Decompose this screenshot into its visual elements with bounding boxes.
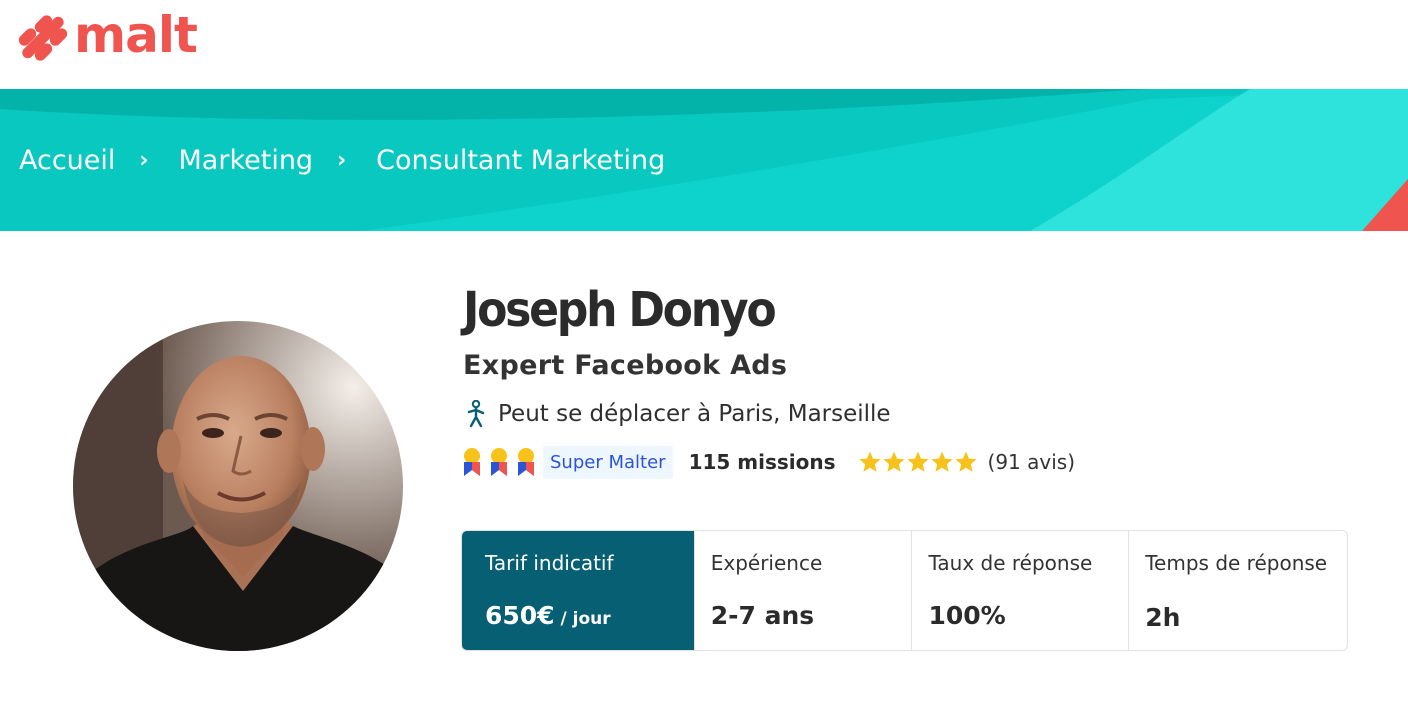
breadcrumb-consultant-marketing[interactable]: Consultant Marketing — [376, 145, 665, 176]
location-text: Peut se déplacer à Paris, Marseille — [498, 401, 891, 427]
medal-icon — [491, 448, 507, 476]
star-icon — [954, 451, 977, 472]
star-icon — [858, 451, 881, 472]
breadcrumb-accueil[interactable]: Accueil — [19, 145, 115, 176]
stat-label: Temps de réponse — [1145, 551, 1328, 575]
walking-person-icon — [467, 400, 485, 428]
star-icon — [906, 451, 929, 472]
freelancer-headline: Expert Facebook Ads — [463, 350, 788, 381]
stat-response-time: Temps de réponse 2h — [1128, 531, 1347, 650]
rate-unit: / jour — [554, 609, 611, 629]
stat-label: Expérience — [710, 551, 823, 575]
breadcrumb-banner: Accueil › Marketing › Consultant Marketi… — [0, 89, 1408, 231]
badges-row: Super Malter 115 missions (91 avis) — [462, 444, 1075, 480]
breadcrumb-separator: › — [139, 147, 149, 173]
rate-value: 650€ — [485, 601, 555, 630]
stat-experience: Expérience 2-7 ans — [693, 531, 912, 650]
stat-value: 650€ / jour — [485, 601, 611, 630]
missions-count: 115 missions — [688, 450, 836, 474]
stats-card: Tarif indicatif 650€ / jour Expérience 2… — [461, 530, 1348, 651]
reviews-count[interactable]: (91 avis) — [988, 450, 1075, 474]
stat-value: 2-7 ans — [710, 601, 815, 630]
breadcrumb-separator: › — [337, 147, 347, 173]
medal-icon — [518, 448, 534, 476]
malt-logo[interactable]: malt — [18, 6, 198, 64]
rating-stars[interactable] — [858, 450, 978, 474]
profile-photo-icon — [73, 321, 403, 651]
super-malter-badge[interactable]: Super Malter — [543, 445, 673, 479]
stat-response-rate: Taux de réponse 100% — [911, 531, 1128, 650]
breadcrumb: Accueil › Marketing › Consultant Marketi… — [19, 89, 665, 231]
avatar — [73, 321, 403, 651]
stat-label: Tarif indicatif — [485, 551, 614, 575]
medal-icon — [464, 448, 480, 476]
stat-value: 2h — [1145, 603, 1181, 632]
malt-logo-icon — [18, 15, 68, 61]
location-row: Peut se déplacer à Paris, Marseille — [465, 400, 891, 428]
freelancer-name: Joseph Donyo — [463, 282, 777, 338]
breadcrumb-marketing[interactable]: Marketing — [179, 145, 314, 176]
star-icon — [882, 451, 905, 472]
stat-value: 100% — [928, 601, 1006, 630]
stat-daily-rate: Tarif indicatif 650€ / jour — [462, 531, 694, 650]
top-header: malt — [0, 0, 1408, 89]
logo-text: malt — [74, 6, 198, 64]
star-icon — [930, 451, 953, 472]
stat-label: Taux de réponse — [928, 551, 1093, 575]
